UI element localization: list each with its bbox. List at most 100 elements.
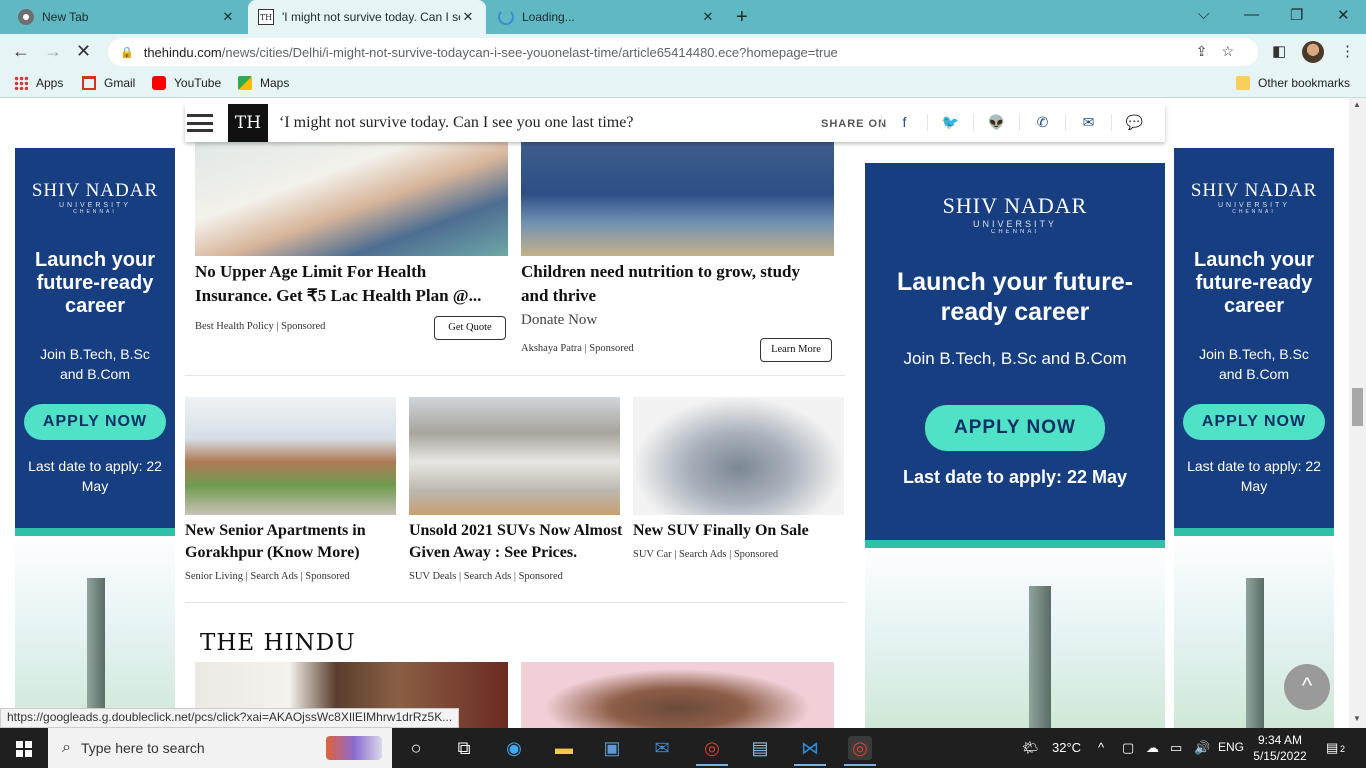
sponsored-image-suvs[interactable]: [409, 397, 620, 515]
ad-apply-button[interactable]: APPLY NOW: [1183, 404, 1325, 440]
tab-article[interactable]: TH 'I might not survive today. Can I see…: [248, 0, 486, 34]
weather-icon[interactable]: 🌤: [1022, 740, 1039, 756]
cortana-icon[interactable]: ○: [404, 736, 428, 760]
facebook-icon[interactable]: f: [881, 114, 927, 130]
volume-icon[interactable]: 🔊: [1194, 740, 1210, 756]
bookmark-youtube[interactable]: YouTube: [152, 76, 221, 90]
chrome-taskbar-icon[interactable]: ◎: [696, 736, 728, 766]
ad-apply-button[interactable]: APPLY NOW: [24, 404, 166, 440]
ad-apply-button[interactable]: APPLY NOW: [925, 405, 1105, 451]
taskbar-search-box[interactable]: ⌕ Type here to search: [48, 728, 392, 768]
back-arrow-icon[interactable]: ←: [12, 41, 30, 62]
sponsored-image-apartments[interactable]: [185, 397, 396, 515]
new-tab-button[interactable]: +: [736, 6, 748, 29]
mail-icon[interactable]: ✉: [650, 736, 674, 760]
minimize-button[interactable]: —: [1244, 6, 1259, 23]
sponsored-image-suv[interactable]: [633, 397, 844, 515]
tray-chevron-icon[interactable]: ^: [1098, 740, 1104, 755]
article-image-woman[interactable]: [521, 662, 834, 728]
side-panel-icon[interactable]: ◧: [1272, 42, 1286, 60]
onedrive-icon[interactable]: ☁: [1146, 740, 1159, 756]
scroll-up-icon[interactable]: ▲: [1353, 100, 1361, 109]
bookmark-maps[interactable]: Maps: [238, 76, 289, 90]
folder-icon: [1236, 76, 1250, 90]
weather-temperature[interactable]: 32°C: [1052, 740, 1081, 755]
sponsored-title[interactable]: Children need nutrition to grow, study a…: [521, 260, 831, 308]
system-clock[interactable]: 9:34 AM 5/15/2022: [1252, 732, 1308, 764]
ad-deadline: Last date to apply: 22 May: [1187, 458, 1321, 494]
bookmark-apps[interactable]: Apps: [14, 76, 63, 90]
comment-icon[interactable]: 💬: [1111, 114, 1157, 131]
tab-close-icon[interactable]: ✕: [700, 9, 716, 25]
file-explorer-icon[interactable]: ▬: [552, 736, 576, 760]
scroll-to-top-button[interactable]: ^: [1284, 664, 1330, 710]
tab-close-icon[interactable]: ✕: [460, 9, 476, 25]
chrome-active-icon[interactable]: ◎: [844, 736, 876, 766]
whatsapp-icon[interactable]: ✆: [1019, 114, 1065, 131]
notepad-icon[interactable]: ▤: [748, 736, 772, 760]
sponsored-title[interactable]: New Senior Apartments in Gorakhpur (Know…: [185, 520, 397, 564]
sponsored-subtitle[interactable]: Donate Now: [521, 312, 597, 329]
stop-loading-icon[interactable]: ✕: [76, 41, 91, 62]
forward-arrow-icon[interactable]: →: [44, 41, 62, 62]
sponsored-title[interactable]: Unsold 2021 SUVs Now Almost Given Away :…: [409, 520, 625, 564]
tab-loading[interactable]: Loading... ✕: [488, 0, 726, 34]
ad-banner-left[interactable]: SHIV NADAR UNIVERSITY CHENNAI Launch you…: [15, 148, 175, 728]
learn-more-button[interactable]: Learn More: [760, 338, 832, 362]
notification-center-icon[interactable]: ▤: [1326, 740, 1338, 756]
microsoft-store-icon[interactable]: ▣: [600, 736, 624, 760]
sponsored-image-nutrition[interactable]: [521, 142, 834, 256]
tab-close-icon[interactable]: ✕: [220, 9, 236, 25]
the-hindu-icon: TH: [258, 9, 274, 25]
email-icon[interactable]: ✉: [1065, 114, 1111, 131]
sponsored-title[interactable]: New SUV Finally On Sale: [633, 520, 845, 542]
profile-avatar[interactable]: [1302, 41, 1324, 63]
restore-button[interactable]: ❐: [1290, 6, 1303, 24]
the-hindu-masthead[interactable]: THE HINDU: [200, 630, 356, 656]
ad-banner-right-wide[interactable]: SHIV NADAR UNIVERSITY CHENNAI Launch you…: [865, 163, 1165, 728]
ad-banner-far-right[interactable]: SHIV NADAR UNIVERSITY CHENNAI Launch you…: [1174, 148, 1334, 728]
tab-new-tab[interactable]: New Tab ✕: [8, 0, 246, 34]
search-icon: ⌕: [62, 739, 71, 756]
task-view-icon[interactable]: ⧉: [452, 736, 476, 760]
sponsored-source[interactable]: Akshaya Patra | Sponsored: [521, 343, 634, 354]
windows-start-icon[interactable]: [16, 741, 32, 757]
the-hindu-logo[interactable]: TH: [228, 104, 268, 142]
tab-search-icon[interactable]: ⌵: [1198, 6, 1209, 23]
bookmark-star-icon[interactable]: ☆: [1221, 43, 1248, 59]
bookmark-gmail[interactable]: Gmail: [82, 76, 135, 90]
language-indicator[interactable]: ENG: [1218, 740, 1244, 754]
page-scrollbar[interactable]: ▲ ▼: [1349, 98, 1366, 728]
address-bar[interactable]: 🔒 thehindu.com/news/cities/Delhi/i-might…: [108, 38, 1258, 66]
other-bookmarks[interactable]: Other bookmarks: [1236, 76, 1350, 90]
menu-kebab-icon[interactable]: ⋮: [1340, 42, 1355, 60]
share-page-icon[interactable]: ⇪: [1196, 43, 1222, 59]
scroll-thumb[interactable]: [1352, 388, 1363, 426]
sponsored-source[interactable]: SUV Car | Search Ads | Sponsored: [633, 549, 778, 560]
sponsored-source[interactable]: Senior Living | Search Ads | Sponsored: [185, 571, 350, 582]
battery-icon[interactable]: ▭: [1170, 740, 1182, 756]
tab-strip: New Tab ✕ TH 'I might not survive today.…: [0, 0, 1366, 34]
twitter-icon[interactable]: 🐦: [927, 114, 973, 131]
sticky-article-header: TH ‘I might not survive today. Can I see…: [185, 104, 1165, 142]
hamburger-menu-icon[interactable]: [187, 114, 213, 132]
sponsored-title[interactable]: No Upper Age Limit For Health Insurance.…: [195, 260, 495, 308]
scroll-down-icon[interactable]: ▼: [1353, 714, 1361, 723]
vscode-icon[interactable]: ⋈: [794, 736, 826, 766]
sponsored-source[interactable]: Best Health Policy | Sponsored: [195, 321, 325, 332]
url-domain: thehindu.com: [143, 44, 222, 60]
edge-icon[interactable]: ◉: [502, 736, 526, 760]
bookmark-label: Other bookmarks: [1258, 76, 1351, 90]
sponsored-source[interactable]: SUV Deals | Search Ads | Sponsored: [409, 571, 563, 582]
sponsored-image-health[interactable]: [195, 142, 508, 256]
ad-stripe: [1174, 528, 1334, 536]
ad-headline: Launch your future-ready career: [1193, 249, 1314, 317]
get-quote-button[interactable]: Get Quote: [434, 316, 506, 340]
meet-now-icon[interactable]: ▢: [1122, 740, 1134, 756]
close-window-button[interactable]: ✕: [1337, 6, 1350, 24]
ad-university: UNIVERSITY: [972, 219, 1057, 229]
reddit-icon[interactable]: 👽: [973, 114, 1019, 131]
lock-icon[interactable]: 🔒: [120, 46, 134, 59]
ad-city: CHENNAI: [1232, 209, 1276, 215]
ad-programs: Join B.Tech, B.Sc and B.Com: [903, 349, 1127, 368]
